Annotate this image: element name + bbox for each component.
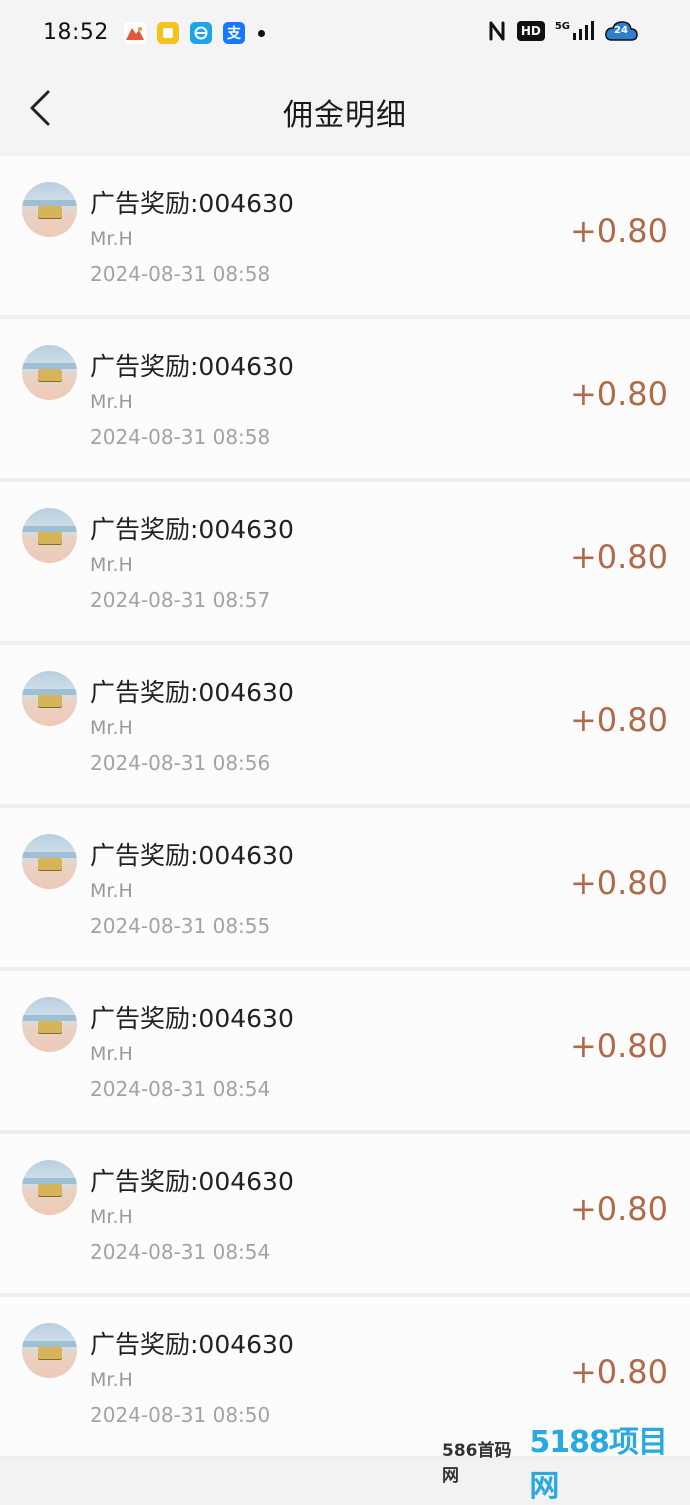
item-user: Mr.H [90,1206,133,1228]
list-item[interactable]: 广告奖励:004630 Mr.H 2024-08-31 08:58 +0.80 [0,156,690,319]
avatar [22,1323,77,1378]
commission-list: 广告奖励:004630 Mr.H 2024-08-31 08:58 +0.80 广告奖励… [0,156,690,1460]
item-user: Mr.H [90,554,133,576]
item-date: 2024-08-31 08:55 [90,914,271,938]
item-title: 广告奖励:004630 [90,1330,294,1359]
watermark-text-secondary: 5188项目网 [529,1425,667,1504]
avatar [22,671,77,726]
item-user: Mr.H [90,391,133,413]
list-item[interactable]: 广告奖励:004630 Mr.H 2024-08-31 08:57 +0.80 [0,482,690,645]
item-title: 广告奖励:004630 [90,678,294,707]
item-amount: +0.80 [569,212,668,250]
network-type-label: 5G [554,21,570,32]
item-amount: +0.80 [569,1027,668,1065]
nav-bar: 佣金明细 [0,72,690,152]
list-item[interactable]: 广告奖励:004630 Mr.H 2024-08-31 08:58 +0.80 [0,319,690,482]
more-notifications-dot [258,29,265,37]
item-amount: +0.80 [569,1353,668,1391]
status-time: 18:52 [43,20,109,45]
item-title: 广告奖励:004630 [90,841,294,870]
item-user: Mr.H [90,1043,133,1065]
hd-voice-icon: HD [516,21,545,41]
item-date: 2024-08-31 08:50 [90,1403,271,1427]
item-user: Mr.H [90,228,133,250]
item-user: Mr.H [90,717,133,739]
item-date: 2024-08-31 08:58 [90,262,271,286]
avatar [22,182,77,237]
item-title: 广告奖励:004630 [90,352,294,381]
item-amount: +0.80 [569,538,668,576]
item-title: 广告奖励:004630 [90,189,294,218]
item-date: 2024-08-31 08:54 [90,1077,271,1101]
notes-app-icon [157,22,179,44]
status-bar: 18:52 支 HD 5G 24 [0,0,690,72]
item-user: Mr.H [90,1369,133,1391]
list-item[interactable]: 广告奖励:004630 Mr.H 2024-08-31 08:56 +0.80 [0,645,690,808]
item-title: 广告奖励:004630 [90,1004,294,1033]
cloud-battery-icon: 24 [604,20,638,42]
list-item[interactable]: 广告奖励:004630 Mr.H 2024-08-31 08:54 +0.80 [0,1134,690,1297]
system-icons: HD 5G 24 [477,20,638,42]
nfc-icon [487,20,507,42]
item-date: 2024-08-31 08:57 [90,588,271,612]
item-title: 广告奖励:004630 [90,1167,294,1196]
item-amount: +0.80 [569,1190,668,1228]
avatar [22,345,77,400]
cloud-badge: 24 [614,25,628,36]
item-date: 2024-08-31 08:58 [90,425,271,449]
item-amount: +0.80 [569,375,668,413]
avatar [22,508,77,563]
avatar [22,834,77,889]
item-amount: +0.80 [569,864,668,902]
list-item[interactable]: 广告奖励:004630 Mr.H 2024-08-31 08:55 +0.80 [0,808,690,971]
list-item[interactable]: 广告奖励:004630 Mr.H 2024-08-31 08:54 +0.80 [0,971,690,1134]
browser-app-icon [190,22,212,44]
item-date: 2024-08-31 08:54 [90,1240,271,1264]
photo-app-icon [124,22,146,44]
item-title: 广告奖励:004630 [90,515,294,544]
watermark: 586首码网 5188项目网 [442,1425,690,1504]
item-user: Mr.H [90,880,133,902]
item-amount: +0.80 [569,701,668,739]
avatar [22,997,77,1052]
signal-5g-icon: 5G [555,21,594,41]
watermark-text-primary: 586首码网 [442,1441,512,1486]
alipay-app-icon: 支 [223,22,245,44]
page-title: 佣金明细 [283,98,407,133]
item-date: 2024-08-31 08:56 [90,751,271,775]
notification-icons: 支 [124,22,265,44]
avatar [22,1160,77,1215]
